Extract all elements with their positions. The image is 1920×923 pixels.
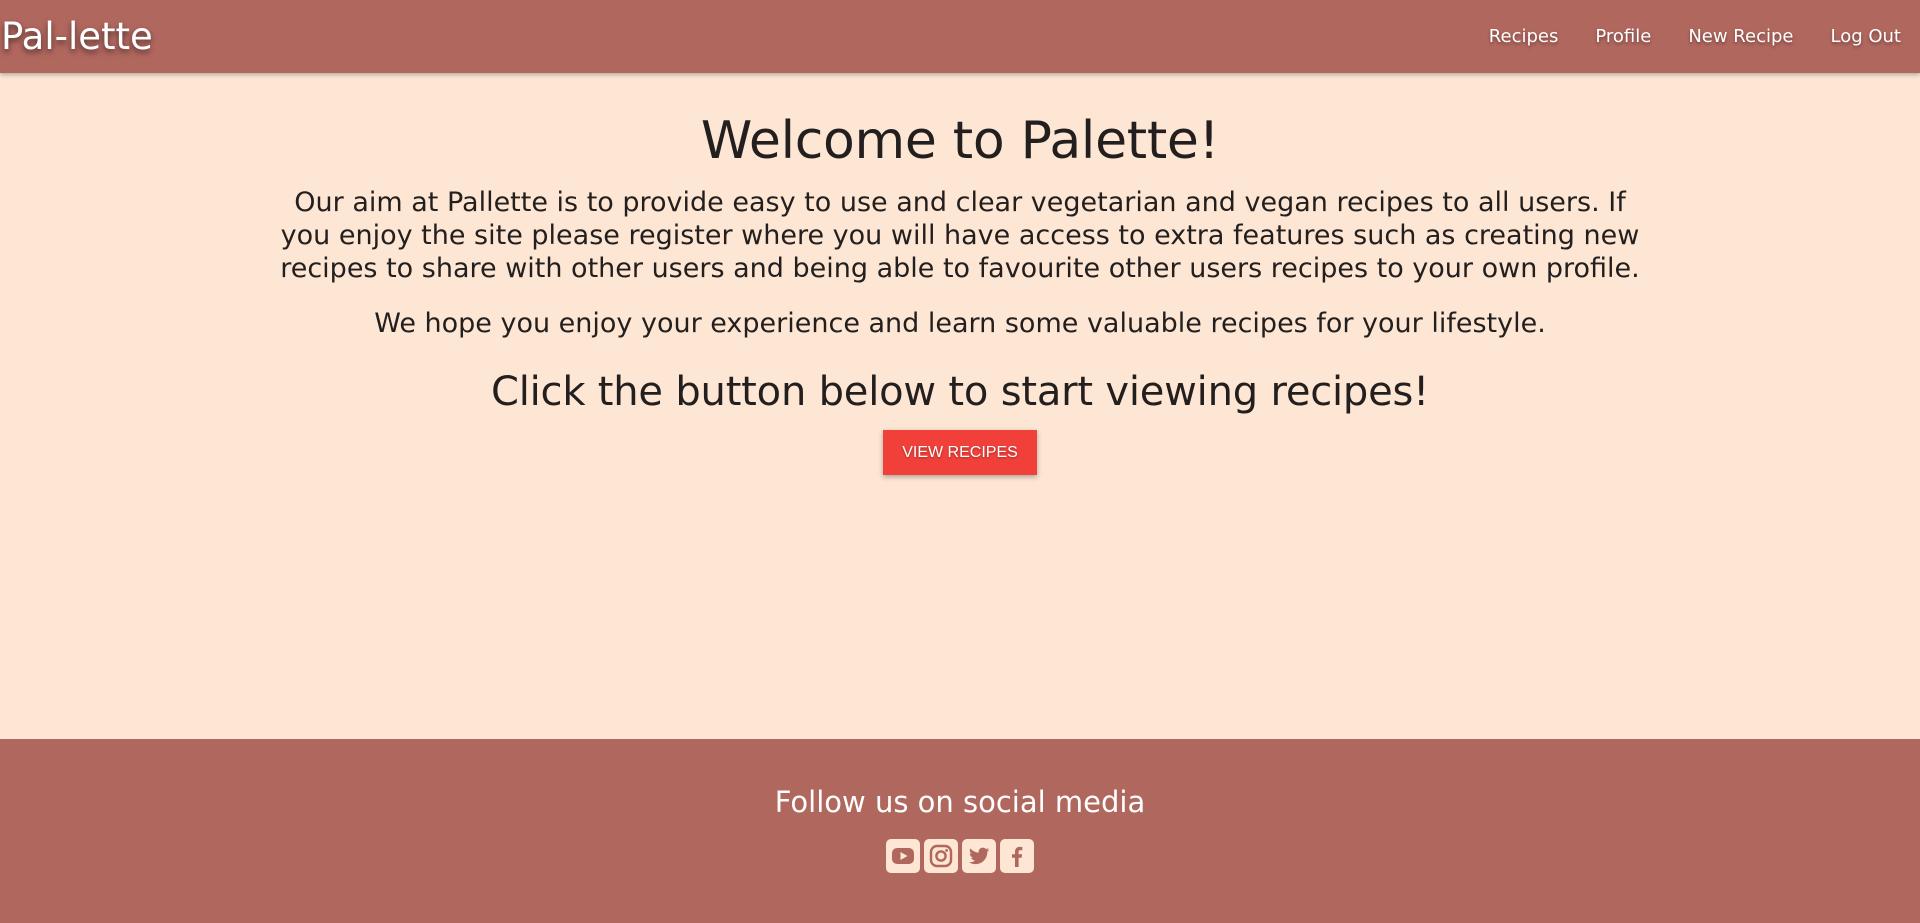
- footer: Follow us on social media: [0, 739, 1920, 923]
- cta-title: Click the button below to start viewing …: [490, 369, 1430, 415]
- brand-logo[interactable]: Pal-lette: [0, 0, 153, 73]
- nav-link-profile[interactable]: Profile: [1595, 26, 1651, 47]
- view-recipes-button[interactable]: VIEW RECIPES: [883, 430, 1037, 475]
- twitter-icon[interactable]: [962, 839, 996, 873]
- top-navbar: Pal-lette Recipes Profile New Recipe Log…: [0, 0, 1920, 73]
- hope-text: We hope you enjoy your experience and le…: [374, 308, 1546, 339]
- nav-link-recipes[interactable]: Recipes: [1489, 26, 1559, 47]
- nav-link-new-recipe[interactable]: New Recipe: [1688, 26, 1793, 47]
- nav-link-log-out[interactable]: Log Out: [1830, 26, 1901, 47]
- welcome-title: Welcome to Palette!: [700, 111, 1220, 171]
- youtube-icon[interactable]: [886, 839, 920, 873]
- main-content: Welcome to Palette! Our aim at Pallette …: [0, 73, 1920, 739]
- footer-title: Follow us on social media: [774, 785, 1146, 819]
- facebook-icon[interactable]: [1000, 839, 1034, 873]
- social-links: [0, 839, 1920, 873]
- intro-text: Our aim at Pallette is to provide easy t…: [280, 187, 1640, 284]
- nav-links: Recipes Profile New Recipe Log Out: [1489, 0, 1920, 73]
- instagram-icon[interactable]: [924, 839, 958, 873]
